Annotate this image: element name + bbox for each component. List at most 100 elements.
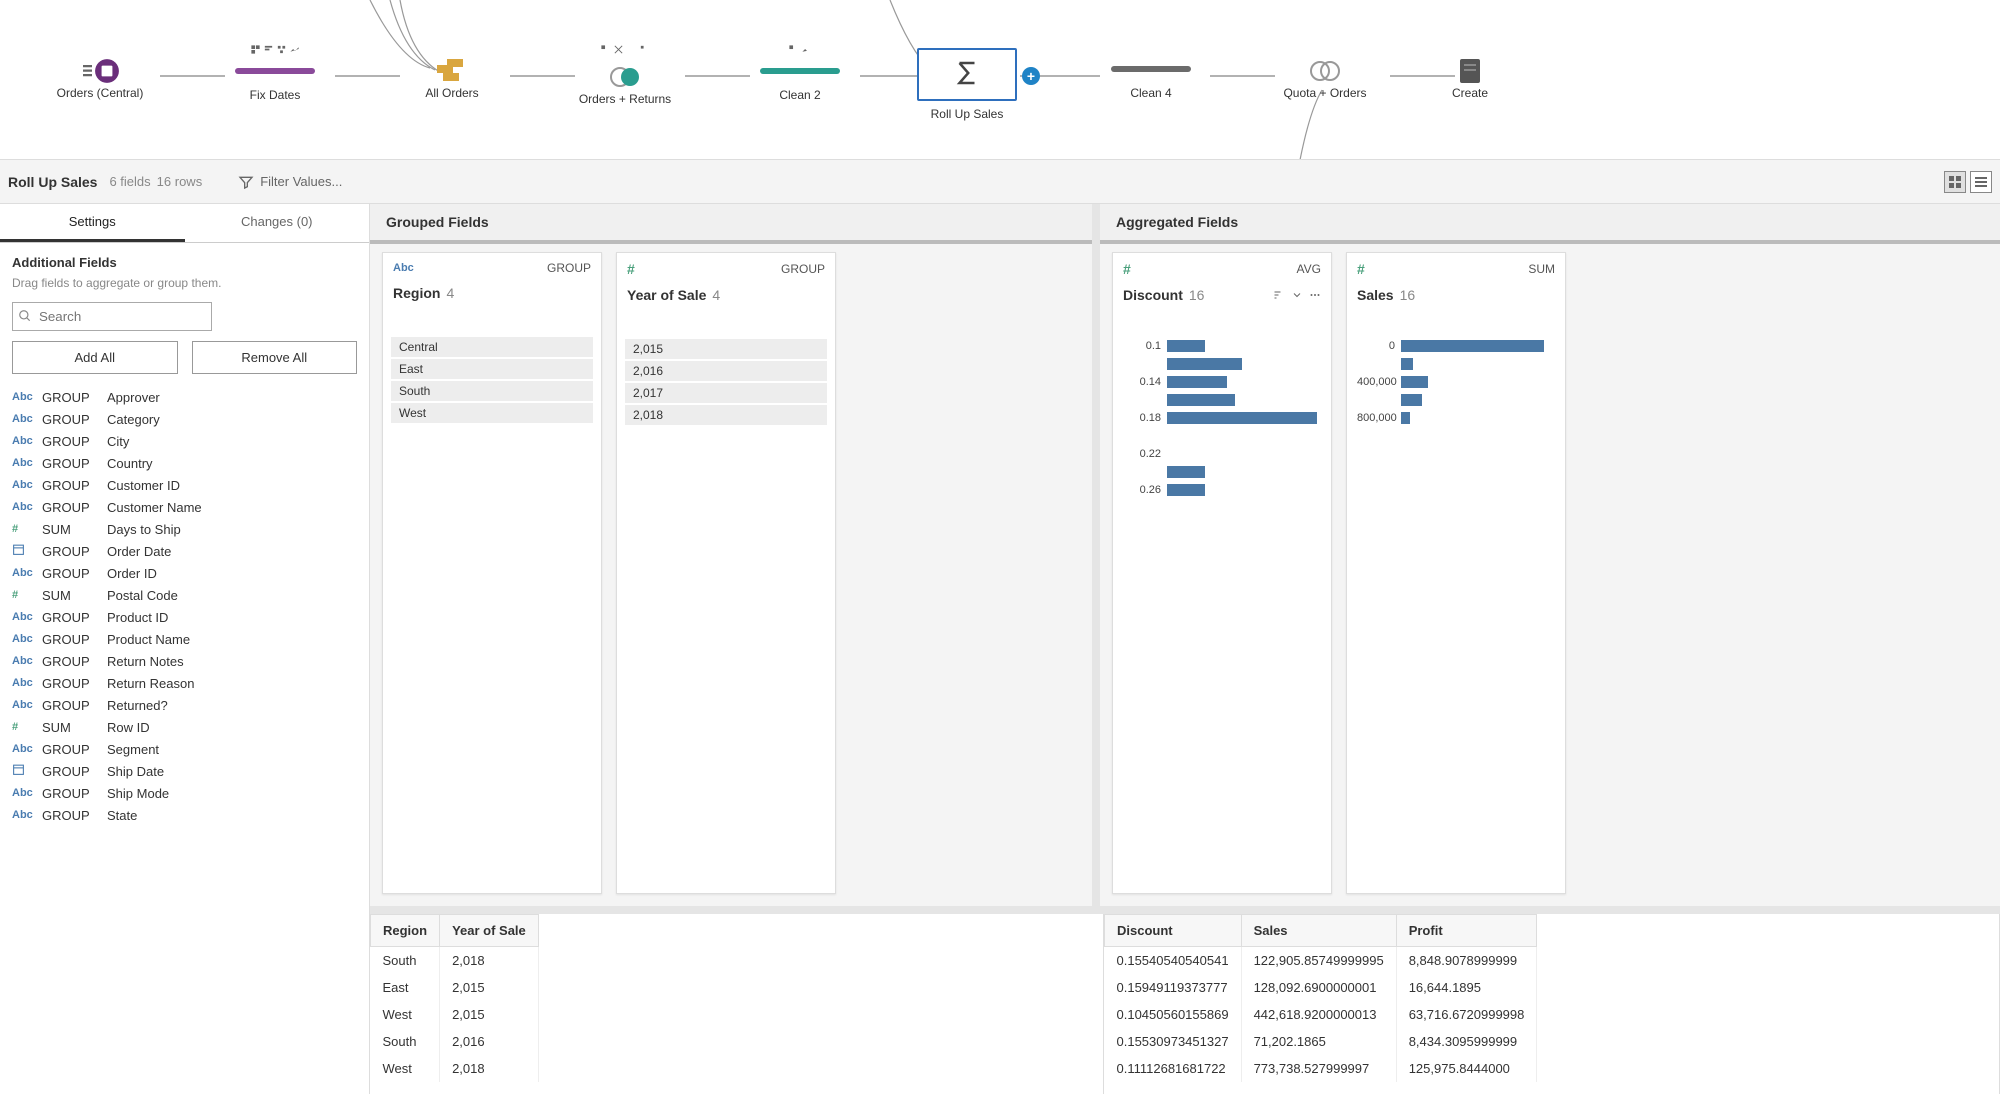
col-header[interactable]: Region — [371, 915, 440, 947]
step-icon — [276, 44, 287, 55]
col-header[interactable]: Discount — [1105, 915, 1242, 947]
field-row[interactable]: AbcGROUPSegment — [12, 738, 357, 760]
field-row[interactable]: AbcGROUPCustomer ID — [12, 474, 357, 496]
field-row[interactable]: AbcGROUPReturned? — [12, 694, 357, 716]
field-row[interactable]: AbcGROUPShip Mode — [12, 782, 357, 804]
table-row[interactable]: 0.10450560155869442,618.920000001363,716… — [1105, 1001, 1537, 1028]
value-row[interactable]: Central — [391, 337, 593, 357]
add-all-button[interactable]: Add All — [12, 341, 178, 374]
sigma-icon — [952, 58, 982, 88]
aggregated-data-table[interactable]: DiscountSalesProfit0.15540540540541122,9… — [1104, 914, 2000, 1094]
tab-changes[interactable]: Changes (0) — [185, 204, 370, 242]
grouped-header: Grouped Fields — [370, 204, 1092, 240]
field-row[interactable]: #SUMDays to Ship — [12, 518, 357, 540]
field-name: Order Date — [107, 544, 357, 559]
field-agg: GROUP — [42, 478, 107, 493]
field-row[interactable]: GROUPShip Date — [12, 760, 357, 782]
value-row[interactable]: 2,018 — [625, 405, 827, 425]
value-row[interactable]: South — [391, 381, 593, 401]
step-toolbar: Roll Up Sales 6 fields 16 rows Filter Va… — [0, 160, 2000, 204]
remove-all-button[interactable]: Remove All — [192, 341, 358, 374]
table-row[interactable]: 0.1553097345132771,202.18658,434.3095999… — [1105, 1028, 1537, 1055]
chevron-down-icon[interactable] — [1291, 289, 1303, 301]
view-profile-button[interactable] — [1944, 171, 1966, 193]
aggregated-card[interactable]: #AVGDiscount160.10.140.180.220.26 — [1112, 252, 1332, 894]
table-row[interactable]: South2,018 — [371, 947, 539, 975]
filter-values-button[interactable]: Filter Values... — [238, 174, 342, 190]
field-name: Row ID — [107, 720, 357, 735]
node-fix-dates[interactable]: Fix Dates — [215, 44, 335, 102]
node-label: All Orders — [392, 86, 512, 100]
flow-canvas[interactable]: Orders (Central) Fix Dates All Orders Or… — [0, 0, 2000, 160]
table-row[interactable]: 0.15949119373777128,092.690000000116,644… — [1105, 974, 1537, 1001]
node-rollup-sales[interactable]: Roll Up Sales — [917, 48, 1017, 121]
add-step-button[interactable]: + — [1022, 67, 1040, 85]
type-icon: Abc — [12, 699, 42, 711]
type-icon: Abc — [12, 809, 42, 821]
search-input[interactable] — [12, 302, 212, 331]
field-row[interactable]: GROUPOrder Date — [12, 540, 357, 562]
aggregated-card[interactable]: #SUMSales160400,000800,000 — [1346, 252, 1566, 894]
field-row[interactable]: AbcGROUPReturn Reason — [12, 672, 357, 694]
field-row[interactable]: AbcGROUPProduct Name — [12, 628, 357, 650]
col-header[interactable]: Profit — [1396, 915, 1537, 947]
table-row[interactable]: 0.11112681681722773,738.527999997125,975… — [1105, 1055, 1537, 1082]
node-orders-central[interactable]: Orders (Central) — [40, 56, 160, 100]
step-icon — [250, 44, 261, 55]
type-icon: Abc — [12, 567, 42, 579]
grouped-data-table[interactable]: RegionYear of SaleSouth2,018East2,015Wes… — [370, 914, 1104, 1094]
field-row[interactable]: AbcGROUPCategory — [12, 408, 357, 430]
value-row[interactable]: 2,016 — [625, 361, 827, 381]
field-row[interactable]: AbcGROUPCustomer Name — [12, 496, 357, 518]
table-row[interactable]: West2,015 — [371, 1001, 539, 1028]
field-row[interactable]: AbcGROUPOrder ID — [12, 562, 357, 584]
field-row[interactable]: AbcGROUPCountry — [12, 452, 357, 474]
node-label: Create — [1440, 86, 1500, 100]
sort-icon[interactable] — [1273, 289, 1285, 301]
value-row[interactable]: East — [391, 359, 593, 379]
grouped-card[interactable]: AbcGROUPRegion4CentralEastSouthWest — [382, 252, 602, 894]
aggregated-fields-panel: Aggregated Fields #AVGDiscount160.10.140… — [1100, 204, 2000, 906]
field-row[interactable]: AbcGROUPReturn Notes — [12, 650, 357, 672]
table-row[interactable]: 0.15540540540541122,905.857499999958,848… — [1105, 947, 1537, 975]
view-list-button[interactable] — [1970, 171, 1992, 193]
field-row[interactable]: AbcGROUPProduct ID — [12, 606, 357, 628]
table-row[interactable]: West2,018 — [371, 1055, 539, 1082]
value-row[interactable]: 2,015 — [625, 339, 827, 359]
col-header[interactable]: Sales — [1241, 915, 1396, 947]
node-label: Roll Up Sales — [917, 107, 1017, 121]
col-header[interactable]: Year of Sale — [440, 915, 539, 947]
step-title: Roll Up Sales — [8, 174, 97, 190]
value-row[interactable]: West — [391, 403, 593, 423]
type-icon: Abc — [12, 457, 42, 469]
node-all-orders[interactable]: All Orders — [392, 56, 512, 100]
node-create[interactable]: Create — [1440, 56, 1500, 100]
field-row[interactable]: AbcGROUPState — [12, 804, 357, 826]
table-row[interactable]: East2,015 — [371, 974, 539, 1001]
type-icon: Abc — [12, 655, 42, 667]
field-row[interactable]: AbcGROUPApprover — [12, 386, 357, 408]
field-name: Postal Code — [107, 588, 357, 603]
field-row[interactable]: #SUMPostal Code — [12, 584, 357, 606]
type-icon: Abc — [12, 677, 42, 689]
field-row[interactable]: AbcGROUPCity — [12, 430, 357, 452]
tab-settings[interactable]: Settings — [0, 204, 185, 242]
more-icon[interactable] — [1309, 289, 1321, 301]
node-clean2[interactable]: Clean 2 — [740, 44, 860, 102]
node-quota-orders[interactable]: Quota + Orders — [1265, 56, 1385, 100]
field-name: Segment — [107, 742, 357, 757]
table-row[interactable]: South2,016 — [371, 1028, 539, 1055]
field-agg: GROUP — [42, 654, 107, 669]
type-icon: Abc — [12, 743, 42, 755]
step-icon — [289, 44, 300, 55]
node-orders-returns[interactable]: Orders + Returns — [565, 44, 685, 106]
settings-sidebar: Settings Changes (0) Additional Fields D… — [0, 204, 370, 1094]
step-icon — [639, 44, 650, 55]
value-row[interactable]: 2,017 — [625, 383, 827, 403]
grouped-card[interactable]: #GROUPYear of Sale42,0152,0162,0172,018 — [616, 252, 836, 894]
field-agg: GROUP — [42, 698, 107, 713]
field-agg: GROUP — [42, 390, 107, 405]
field-row[interactable]: #SUMRow ID — [12, 716, 357, 738]
node-clean4[interactable]: Clean 4 — [1091, 56, 1211, 100]
field-agg: GROUP — [42, 610, 107, 625]
